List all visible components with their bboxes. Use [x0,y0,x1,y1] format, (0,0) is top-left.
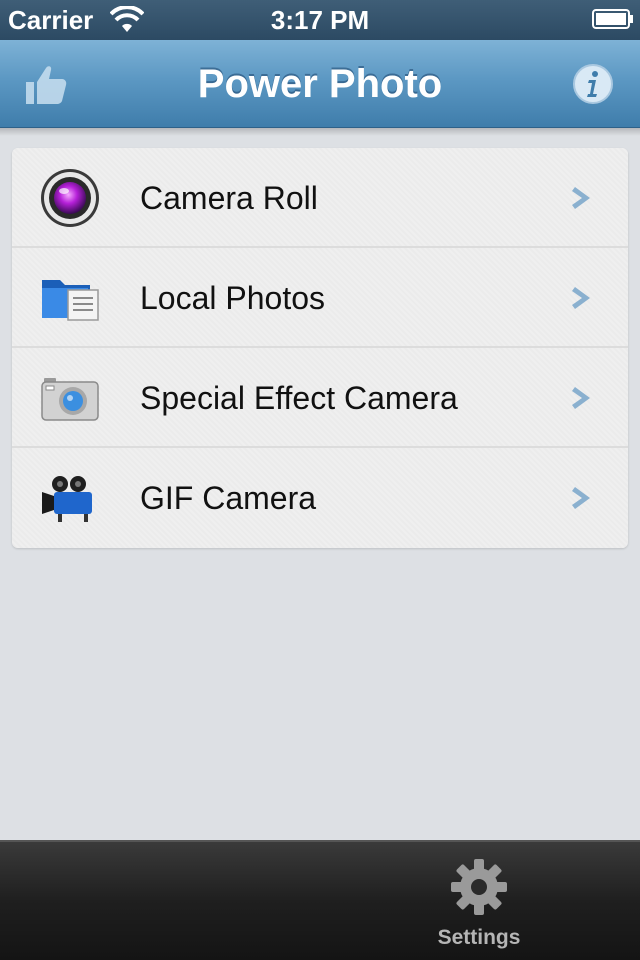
menu-item-label: Camera Roll [140,180,318,216]
page-title: Power Photo [197,62,443,106]
camera-icon [41,378,99,421]
main-content: Camera Roll Local Photos Special Effect … [0,128,640,840]
menu-item-special-effect-camera[interactable]: Special Effect Camera [12,348,628,448]
menu-item-gif-camera[interactable]: GIF Camera [12,448,628,548]
folder-icon [42,280,99,321]
menu-item-label: Local Photos [140,280,326,316]
camera-lens-icon [41,169,99,227]
status-bar: Carrier 3:17 PM [0,0,640,40]
menu-item-local-photos[interactable]: Local Photos [12,248,628,348]
tab-bar: Settings [0,840,640,960]
menu-list: Camera Roll Local Photos Special Effect … [12,148,628,548]
tab-settings[interactable]: Settings [420,842,538,960]
chevron-right-icon [572,487,590,509]
menu-item-label: GIF Camera [140,480,317,516]
battery-icon [592,9,633,29]
navigation-bar: Power Photo [0,40,640,128]
chevron-right-icon [572,187,590,209]
menu-item-camera-roll[interactable]: Camera Roll [12,148,628,248]
chevron-right-icon [572,287,590,309]
video-camera-icon [42,476,92,522]
gear-icon [451,859,507,915]
chevron-right-icon [572,387,590,409]
tab-settings-label: Settings [437,926,521,949]
menu-item-label: Special Effect Camera [140,380,458,416]
info-icon[interactable] [572,63,614,105]
status-time: 3:17 PM [270,5,370,35]
